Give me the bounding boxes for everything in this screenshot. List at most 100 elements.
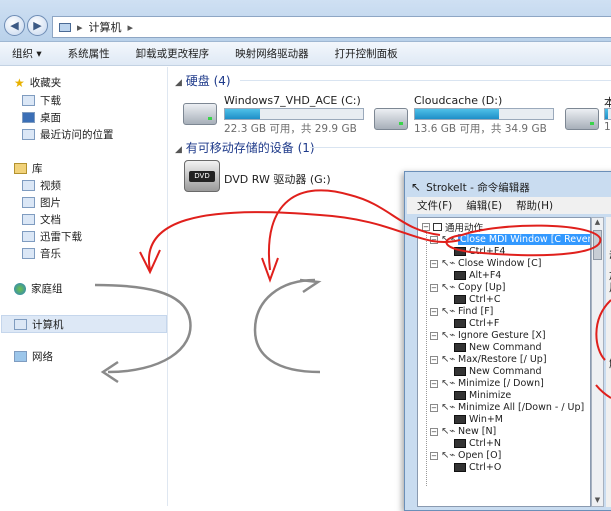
- dvd-drive-name[interactable]: DVD RW 驱动器 (G:): [224, 171, 331, 187]
- command-label: New Command: [469, 342, 542, 353]
- video-library-icon: [22, 180, 35, 191]
- collapse-box-icon: −: [430, 355, 438, 364]
- nav-computer-selected[interactable]: 计算机: [1, 315, 167, 333]
- tree-gesture-node[interactable]: − ↖⌁ Open [O]: [430, 450, 501, 461]
- keyboard-command-icon: [454, 415, 466, 424]
- nav-network[interactable]: 网络: [14, 349, 53, 364]
- tree-command-node[interactable]: Alt+F4: [454, 270, 501, 281]
- strokeit-titlebar[interactable]: ↖ StrokeIt - 命令编辑器: [411, 178, 611, 196]
- tree-gesture-node[interactable]: − ↖⌁ Max/Restore [/ Up]: [430, 354, 547, 365]
- section-divider: [240, 80, 611, 81]
- tree-command-node[interactable]: Ctrl+N: [454, 438, 501, 449]
- computer-small-icon: [59, 22, 71, 32]
- tree-guide-line: [426, 230, 427, 486]
- keyboard-command-icon: [454, 319, 466, 328]
- tree-command-node[interactable]: New Command: [454, 342, 542, 353]
- action-tree[interactable]: − 通用动作 −↖⌁Close MDI Window [C Reverse]Ct…: [417, 217, 591, 507]
- tree-gesture-node[interactable]: − ↖⌁ Minimize All [/Down - / Up]: [430, 402, 584, 413]
- tree-command-node[interactable]: New Command: [454, 366, 542, 377]
- gesture-label: Close Window [C]: [458, 258, 542, 269]
- gesture-label: Open [O]: [458, 450, 502, 461]
- menu-edit[interactable]: 编辑(E): [466, 198, 502, 213]
- command-label: New Command: [469, 366, 542, 377]
- tree-command-node[interactable]: Ctrl+F: [454, 318, 499, 329]
- tree-gesture-node[interactable]: − ↖⌁ Ignore Gesture [X]: [430, 330, 546, 341]
- command-label: Ctrl+F: [469, 318, 500, 329]
- nav-favorites[interactable]: ★ 收藏夹: [14, 75, 61, 90]
- keyboard-command-icon: [454, 367, 466, 376]
- tree-gesture-node[interactable]: − ↖⌁ Find [F]: [430, 306, 493, 317]
- back-button[interactable]: ◀: [4, 15, 25, 36]
- collapse-box-icon: −: [430, 427, 438, 436]
- nav-item-label: 最近访问的位置: [40, 129, 114, 141]
- scroll-down-arrow-icon[interactable]: ▼: [592, 496, 603, 506]
- dvd-drive-icon: DVD: [184, 160, 220, 192]
- nav-item-recent[interactable]: 最近访问的位置: [22, 127, 114, 142]
- tree-gesture-node[interactable]: −↖⌁Close MDI Window [C Reverse]: [430, 234, 590, 245]
- tree-command-node[interactable]: Minimize: [454, 390, 511, 401]
- command-label: Ctrl+C: [469, 294, 501, 305]
- toolbar-uninstall-programs[interactable]: 卸载或更改程序: [136, 46, 210, 61]
- nav-item-label: 图片: [40, 197, 61, 209]
- gesture-cursor-icon: ↖⌁: [441, 282, 456, 293]
- tree-root-node[interactable]: − 通用动作: [422, 220, 483, 234]
- breadcrumb-separator-2: ▸: [127, 20, 134, 34]
- toolbar-map-network-drive[interactable]: 映射网络驱动器: [235, 46, 309, 61]
- nav-homegroup-label: 家庭组: [31, 283, 63, 295]
- nav-item-pictures[interactable]: 图片: [22, 195, 61, 210]
- nav-libraries-label: 库: [32, 163, 43, 175]
- nav-item-videos[interactable]: 视频: [22, 178, 61, 193]
- nav-item-label: 下载: [40, 95, 61, 107]
- nav-item-documents[interactable]: 文档: [22, 212, 61, 227]
- gesture-cursor-icon: ↖⌁: [441, 354, 456, 365]
- drive-c-name[interactable]: Windows7_VHD_ACE (C:): [224, 94, 361, 107]
- removable-section-header[interactable]: ◢ 有可移动存储的设备 (1): [175, 139, 315, 156]
- drive-d-info: 13.6 GB 可用，共 34.9 GB: [414, 123, 547, 135]
- nav-item-music[interactable]: 音乐: [22, 246, 61, 261]
- tree-command-node[interactable]: Ctrl+C: [454, 294, 501, 305]
- nav-item-downloads[interactable]: 下载: [22, 93, 61, 108]
- hard-drive-icon: [374, 108, 408, 130]
- breadcrumb-computer[interactable]: 计算机: [89, 19, 122, 35]
- nav-item-label: 文档: [40, 214, 61, 226]
- nav-item-thunder-downloads[interactable]: 迅雷下载: [22, 229, 82, 244]
- menu-file[interactable]: 文件(F): [417, 198, 452, 213]
- tree-command-node[interactable]: Ctrl+F4: [454, 246, 505, 257]
- collapse-box-icon: −: [430, 331, 438, 340]
- toolbar-organize[interactable]: 组织 ▾: [12, 46, 42, 61]
- gesture-label: Find [F]: [458, 306, 494, 317]
- nav-homegroup[interactable]: 家庭组: [14, 281, 63, 296]
- tree-command-node[interactable]: Ctrl+O: [454, 462, 501, 473]
- tree-gesture-node[interactable]: − ↖⌁ Minimize [/ Down]: [430, 378, 544, 389]
- toolbar-system-properties[interactable]: 系统属性: [68, 46, 110, 61]
- drive-d-usage-bar: [414, 108, 554, 120]
- collapse-box-icon: −: [430, 379, 438, 388]
- toolbar-open-control-panel[interactable]: 打开控制面板: [335, 46, 398, 61]
- window-icon: [433, 223, 442, 231]
- tree-gesture-node[interactable]: − ↖⌁ Close Window [C]: [430, 258, 541, 269]
- command-label: Ctrl+F4: [469, 246, 506, 257]
- menu-help[interactable]: 帮助(H): [516, 198, 553, 213]
- tree-scrollbar[interactable]: ▲ ▼: [591, 217, 604, 507]
- gesture-label: Minimize [/ Down]: [458, 378, 544, 389]
- nav-item-desktop[interactable]: 桌面: [22, 110, 61, 125]
- breadcrumb-separator: ▸: [77, 20, 83, 34]
- command-label: Ctrl+N: [469, 438, 501, 449]
- scrollbar-thumb[interactable]: [593, 230, 602, 260]
- drive-d-name[interactable]: Cloudcache (D:): [414, 94, 502, 107]
- tree-gesture-node[interactable]: − ↖⌁ New [N]: [430, 426, 496, 437]
- tree-gesture-node[interactable]: − ↖⌁ Copy [Up]: [430, 282, 506, 293]
- strokeit-command-editor-window: ↖ StrokeIt - 命令编辑器 文件(F) 编辑(E) 帮助(H) − 通…: [404, 171, 611, 511]
- gray-gesture-c: [253, 278, 321, 374]
- nav-libraries[interactable]: 库: [14, 161, 43, 176]
- address-input[interactable]: ▸ 计算机 ▸: [52, 16, 611, 38]
- gesture-cursor-icon: ↖⌁: [441, 402, 456, 413]
- folder-icon: [22, 231, 35, 242]
- hard-drive-icon: [183, 103, 217, 125]
- gesture-cursor-icon: ↖⌁: [441, 426, 456, 437]
- tree-command-node[interactable]: Win+M: [454, 414, 503, 425]
- gesture-cursor-icon: ↖⌁: [441, 258, 456, 269]
- hdd-section-header[interactable]: ◢ 硬盘 (4): [175, 72, 231, 89]
- scroll-up-arrow-icon[interactable]: ▲: [592, 218, 603, 228]
- forward-button[interactable]: ▶: [27, 15, 48, 36]
